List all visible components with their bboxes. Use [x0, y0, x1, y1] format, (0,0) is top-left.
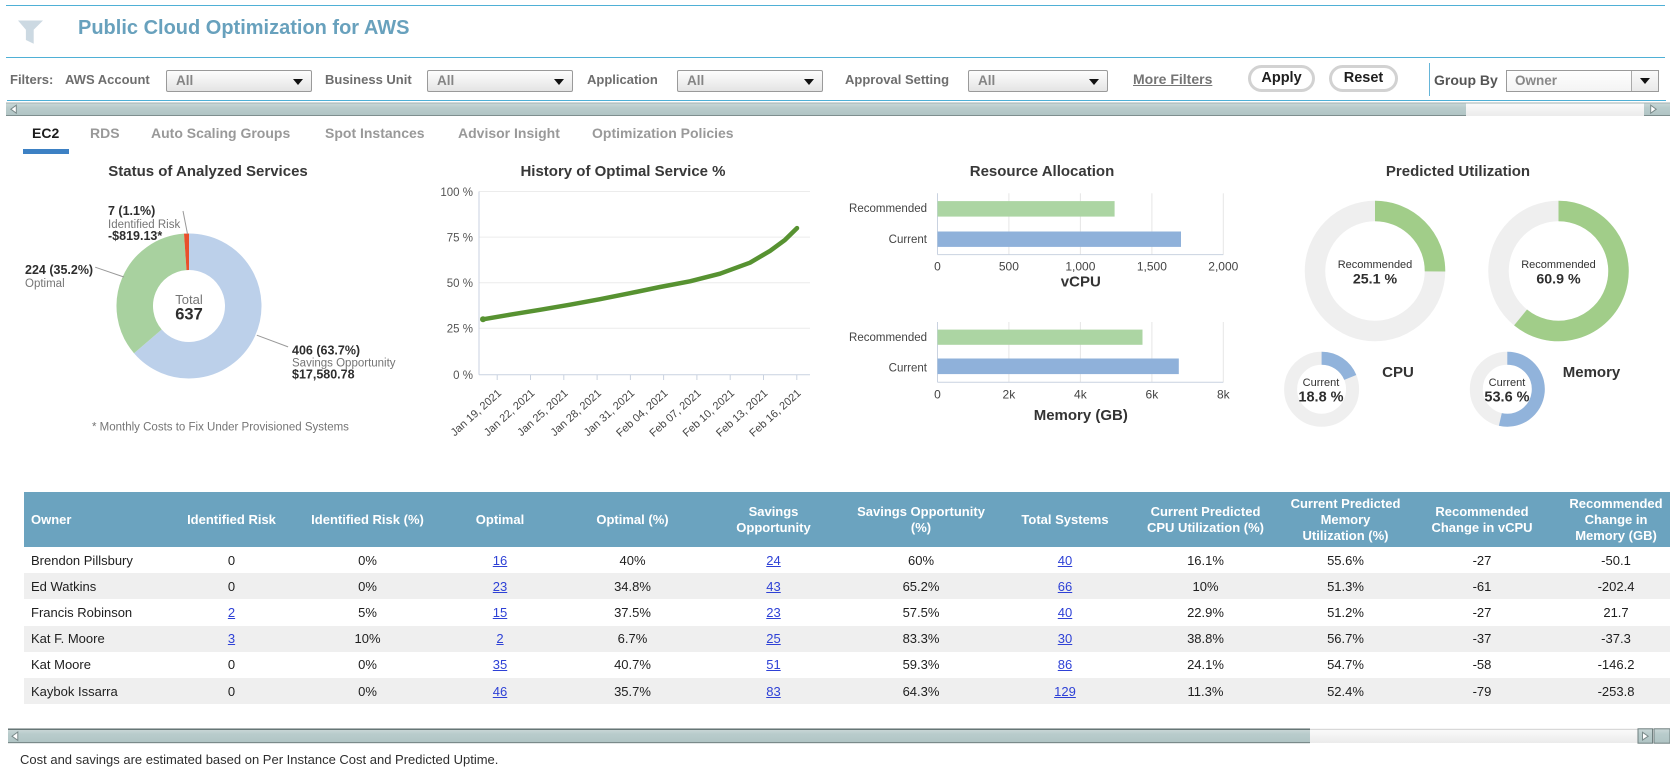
svg-text:50 %: 50 %: [447, 278, 473, 290]
svg-text:* Monthly Costs to Fix Under P: * Monthly Costs to Fix Under Provisioned…: [92, 422, 349, 434]
svg-text:637: 637: [175, 306, 203, 324]
svg-text:vCPU: vCPU: [1061, 274, 1101, 291]
svg-text:Recommended: Recommended: [1521, 259, 1596, 271]
svg-text:1,500: 1,500: [1137, 260, 1167, 274]
svg-text:25 %: 25 %: [447, 324, 473, 336]
svg-text:1,000: 1,000: [1065, 260, 1095, 274]
svg-text:100 %: 100 %: [440, 187, 473, 199]
svg-text:4k: 4k: [1074, 388, 1088, 402]
svg-text:53.6 %: 53.6 %: [1484, 390, 1529, 406]
svg-text:$17,580.78: $17,580.78: [292, 368, 355, 382]
svg-text:224 (35.2%): 224 (35.2%): [25, 263, 93, 277]
svg-text:500: 500: [999, 260, 1019, 274]
svg-text:2,000: 2,000: [1208, 260, 1238, 274]
svg-text:Recommended: Recommended: [849, 203, 927, 215]
svg-text:Current: Current: [889, 363, 928, 375]
svg-text:25.1 %: 25.1 %: [1353, 272, 1398, 288]
svg-text:Memory: Memory: [1563, 364, 1621, 381]
svg-text:2k: 2k: [1003, 388, 1017, 402]
svg-text:7 (1.1%): 7 (1.1%): [108, 204, 155, 218]
svg-text:8k: 8k: [1217, 388, 1231, 402]
svg-text:-$819.13*: -$819.13*: [108, 229, 162, 243]
svg-text:0: 0: [934, 388, 941, 402]
svg-text:406 (63.7%): 406 (63.7%): [292, 344, 360, 358]
svg-text:0: 0: [934, 260, 941, 274]
svg-text:60.9 %: 60.9 %: [1536, 272, 1581, 288]
svg-text:Recommended: Recommended: [1338, 259, 1413, 271]
svg-text:Optimal: Optimal: [25, 278, 65, 290]
svg-text:Memory (GB): Memory (GB): [1034, 407, 1128, 424]
svg-text:0 %: 0 %: [453, 370, 473, 382]
svg-text:Recommended: Recommended: [849, 332, 927, 344]
svg-text:CPU: CPU: [1382, 364, 1414, 381]
svg-text:Current: Current: [889, 234, 928, 246]
svg-text:Current: Current: [1489, 377, 1526, 389]
svg-text:Current: Current: [1303, 377, 1340, 389]
svg-text:18.8 %: 18.8 %: [1298, 390, 1343, 406]
svg-text:6k: 6k: [1146, 388, 1160, 402]
svg-text:75 %: 75 %: [447, 233, 473, 245]
